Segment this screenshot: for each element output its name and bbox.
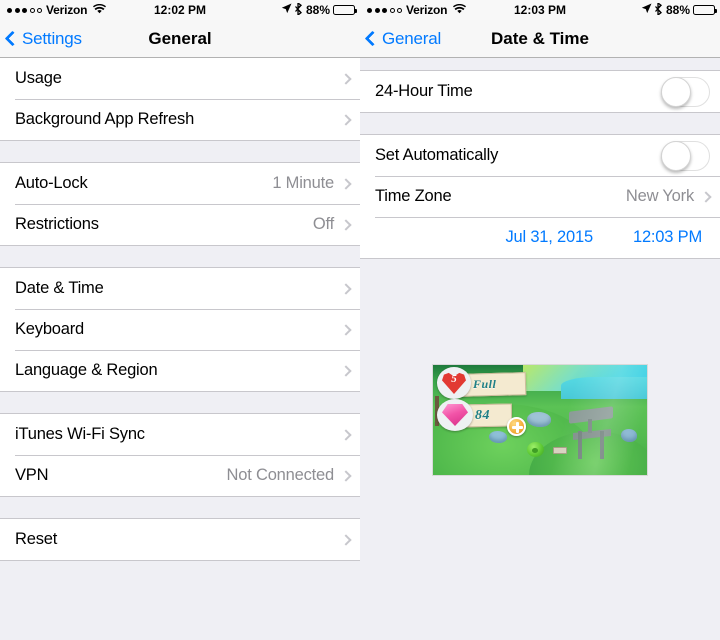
chevron-right-icon	[340, 72, 352, 85]
chevron-right-icon	[340, 428, 352, 441]
chevron-right-icon	[340, 469, 352, 482]
settings-group-5: Reset	[0, 518, 360, 561]
chevron-right-icon	[340, 218, 352, 231]
row-label: Restrictions	[15, 215, 99, 233]
row-24-hour-time[interactable]: 24-Hour Time	[360, 71, 720, 112]
row-value: Not Connected	[226, 466, 335, 484]
wifi-icon	[93, 3, 107, 17]
row-label: 24-Hour Time	[375, 82, 473, 100]
settings-group-1: Usage Background App Refresh	[0, 58, 360, 141]
settings-table-left: Usage Background App Refresh Auto-Lock 1…	[0, 58, 360, 561]
group-time-settings: Set Automatically Time Zone New York Jul…	[360, 134, 720, 259]
nav-bar-right: General Date & Time	[360, 20, 720, 58]
row-label: Date & Time	[15, 279, 104, 297]
location-arrow-icon	[641, 3, 652, 17]
row-reset[interactable]: Reset	[0, 519, 360, 560]
battery-icon	[333, 5, 357, 15]
chevron-right-icon	[340, 282, 352, 295]
chevron-left-icon	[4, 30, 21, 47]
bluetooth-icon	[654, 1, 663, 18]
game-screenshot-thumbnail[interactable]: Full 84 5	[432, 364, 648, 476]
row-vpn[interactable]: VPN Not Connected	[0, 455, 360, 496]
row-label: iTunes Wi-Fi Sync	[15, 425, 145, 443]
battery-percent-label: 88%	[305, 3, 330, 17]
signal-strength-icon	[367, 7, 402, 13]
bluetooth-icon	[294, 1, 303, 18]
group-spacer	[0, 392, 360, 413]
status-left-group: Verizon	[7, 3, 107, 17]
group-spacer	[360, 113, 720, 134]
row-date-time-picker[interactable]: Jul 31, 2015 12:03 PM	[360, 217, 720, 258]
row-date-and-time[interactable]: Date & Time	[0, 268, 360, 309]
row-restrictions[interactable]: Restrictions Off	[0, 204, 360, 245]
status-bar-right: Verizon 12:03 PM 88%	[360, 0, 720, 20]
toggle-knob	[661, 140, 691, 171]
row-keyboard[interactable]: Keyboard	[0, 309, 360, 350]
row-label: Background App Refresh	[15, 110, 195, 128]
signal-strength-icon	[7, 7, 42, 13]
row-set-automatically[interactable]: Set Automatically	[360, 135, 720, 176]
group-spacer	[0, 141, 360, 162]
group-spacer	[0, 246, 360, 267]
settings-group-2: Auto-Lock 1 Minute Restrictions Off	[0, 162, 360, 246]
row-background-app-refresh[interactable]: Background App Refresh	[0, 99, 360, 140]
row-usage[interactable]: Usage	[0, 58, 360, 99]
toggle-knob	[661, 76, 691, 107]
row-label: Time Zone	[375, 187, 452, 205]
status-right-group: 88%	[641, 1, 717, 18]
row-value: 1 Minute	[272, 174, 334, 192]
thumbnail-area: Full 84 5	[360, 364, 720, 476]
row-label: Auto-Lock	[15, 174, 88, 192]
toggle-24-hour-time[interactable]	[661, 76, 710, 107]
right-phone-screen: Verizon 12:03 PM 88% General Date & Time…	[360, 0, 720, 640]
nav-bar-left: Settings General	[0, 20, 360, 58]
row-label: Language & Region	[15, 361, 158, 379]
dual-screenshot-container: Verizon 12:02 PM 88% Settings General Us…	[0, 0, 720, 640]
time-value-button[interactable]: 12:03 PM	[633, 228, 702, 247]
row-itunes-wifi-sync[interactable]: iTunes Wi-Fi Sync	[0, 414, 360, 455]
settings-group-3: Date & Time Keyboard Language & Region	[0, 267, 360, 392]
group-spacer	[0, 497, 360, 518]
chevron-left-icon	[364, 30, 381, 47]
row-value: New York	[625, 187, 694, 205]
chevron-right-icon	[700, 190, 712, 203]
carrier-label: Verizon	[46, 3, 88, 17]
thumbnail-shine-overlay	[433, 365, 647, 475]
battery-percent-label: 88%	[665, 3, 690, 17]
row-auto-lock[interactable]: Auto-Lock 1 Minute	[0, 163, 360, 204]
date-value-button[interactable]: Jul 31, 2015	[505, 228, 593, 247]
row-value: Off	[312, 215, 334, 233]
row-language-and-region[interactable]: Language & Region	[0, 350, 360, 391]
row-label: VPN	[15, 466, 49, 484]
back-button-general[interactable]: General	[360, 29, 441, 49]
carrier-label: Verizon	[406, 3, 448, 17]
back-button-label: Settings	[22, 28, 82, 48]
status-bar-left: Verizon 12:02 PM 88%	[0, 0, 360, 20]
location-arrow-icon	[281, 3, 292, 17]
row-label: Set Automatically	[375, 146, 499, 164]
group-24-hour-time: 24-Hour Time	[360, 70, 720, 113]
group-spacer	[360, 58, 720, 70]
back-button-settings[interactable]: Settings	[0, 29, 82, 49]
chevron-right-icon	[340, 364, 352, 377]
row-label: Reset	[15, 530, 58, 548]
chevron-right-icon	[340, 113, 352, 126]
chevron-right-icon	[340, 533, 352, 546]
status-left-group: Verizon	[367, 3, 467, 17]
row-label: Usage	[15, 69, 62, 87]
battery-icon	[693, 5, 717, 15]
row-label: Keyboard	[15, 320, 85, 338]
wifi-icon	[453, 3, 467, 17]
settings-group-4: iTunes Wi-Fi Sync VPN Not Connected	[0, 413, 360, 497]
row-time-zone[interactable]: Time Zone New York	[360, 176, 720, 217]
left-phone-screen: Verizon 12:02 PM 88% Settings General Us…	[0, 0, 360, 640]
toggle-set-automatically[interactable]	[661, 140, 710, 171]
back-button-label: General	[382, 28, 442, 48]
chevron-right-icon	[340, 177, 352, 190]
chevron-right-icon	[340, 323, 352, 336]
settings-table-right: 24-Hour Time Set Automatically Time Zone…	[360, 58, 720, 476]
status-right-group: 88%	[281, 1, 357, 18]
